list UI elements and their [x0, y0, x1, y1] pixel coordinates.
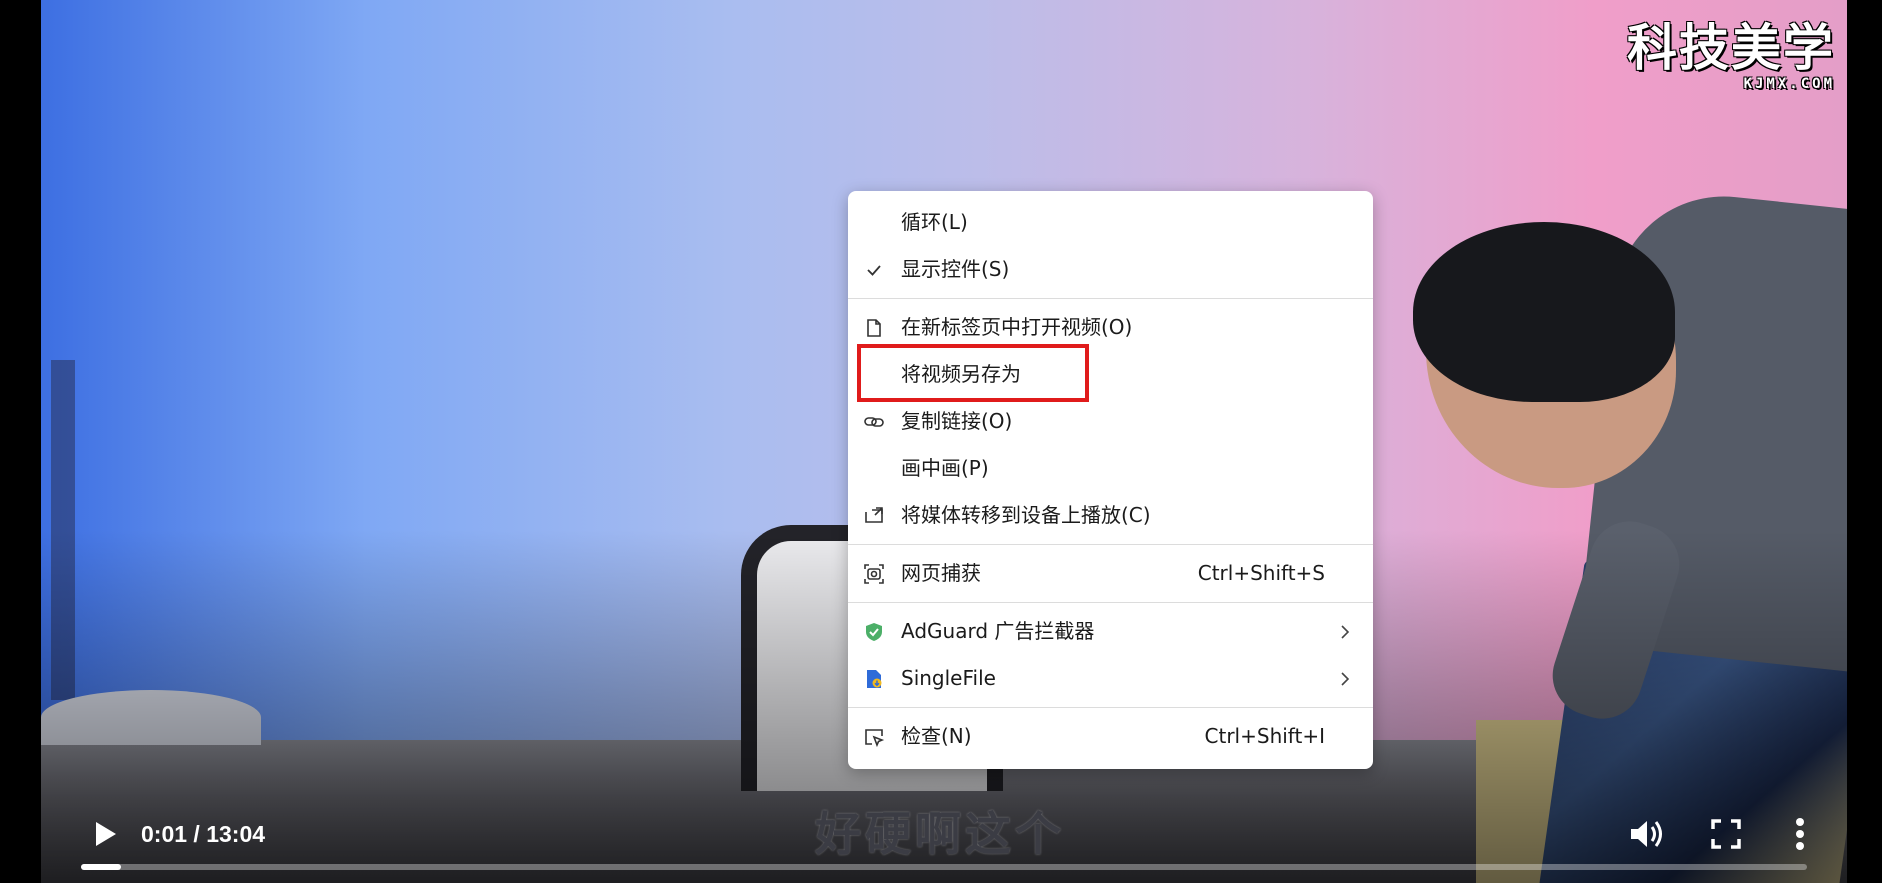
menu-item-copy-link[interactable]: 复制链接(O)	[848, 398, 1373, 445]
inspect-icon	[865, 729, 885, 748]
progress-fill	[81, 864, 121, 870]
menu-item-loop[interactable]: 循环(L)	[848, 199, 1373, 246]
chevron-right-icon	[1341, 625, 1350, 639]
menu-item-label: 将视频另存为	[901, 362, 1021, 386]
menu-item-label: SingleFile	[901, 666, 996, 690]
menu-item-save-video-as[interactable]: 将视频另存为	[848, 351, 1373, 398]
menu-item-singlefile[interactable]: SingleFile	[848, 655, 1373, 702]
menu-separator	[848, 602, 1373, 603]
link-icon	[864, 417, 884, 427]
menu-item-label: 画中画(P)	[901, 456, 989, 480]
menu-item-label: 显示控件(S)	[901, 257, 1010, 281]
menu-item-shortcut: Ctrl+Shift+I	[1204, 724, 1325, 748]
menu-item-web-capture[interactable]: 网页捕获 Ctrl+Shift+S	[848, 550, 1373, 597]
play-icon	[96, 822, 116, 846]
menu-item-label: 网页捕获	[901, 561, 981, 585]
watermark-logo-text: 科技美学	[1627, 19, 1835, 77]
menu-item-label: 复制链接(O)	[901, 409, 1013, 433]
menu-item-label: 将媒体转移到设备上播放(C)	[901, 503, 1151, 527]
menu-separator	[848, 298, 1373, 299]
menu-item-inspect[interactable]: 检查(N) Ctrl+Shift+I	[848, 713, 1373, 760]
menu-item-shortcut: Ctrl+Shift+S	[1197, 561, 1325, 585]
singlefile-icon	[867, 670, 882, 688]
menu-item-adguard[interactable]: AdGuard 广告拦截器	[848, 608, 1373, 655]
menu-item-label: 循环(L)	[901, 210, 968, 234]
more-vertical-icon	[1796, 818, 1804, 850]
volume-button[interactable]	[1625, 812, 1669, 856]
channel-watermark: 科技美学 KJMX.COM	[1627, 20, 1835, 92]
progress-bar[interactable]	[81, 864, 1807, 870]
menu-item-label: 检查(N)	[901, 724, 972, 748]
menu-separator	[848, 544, 1373, 545]
time-display: 0:01 / 13:04	[141, 821, 266, 847]
menu-item-label: 在新标签页中打开视频(O)	[901, 315, 1133, 339]
cast-icon	[865, 507, 883, 523]
menu-item-cast-to-device[interactable]: 将媒体转移到设备上播放(C)	[848, 492, 1373, 539]
menu-separator	[848, 707, 1373, 708]
chevron-right-icon	[1341, 672, 1350, 686]
more-options-button[interactable]	[1785, 810, 1815, 858]
adguard-shield-icon	[866, 623, 882, 641]
menu-item-show-controls[interactable]: 显示控件(S)	[848, 246, 1373, 293]
menu-item-label: AdGuard 广告拦截器	[901, 619, 1095, 643]
menu-item-open-in-new-tab[interactable]: 在新标签页中打开视频(O)	[848, 304, 1373, 351]
context-menu: 循环(L) 显示控件(S) 在新标签页中打开视频(O) 将视频另存为 复制链接(…	[848, 191, 1373, 769]
fullscreen-icon	[1711, 819, 1741, 849]
document-icon	[867, 319, 881, 337]
capture-icon	[864, 564, 884, 584]
menu-item-picture-in-picture[interactable]: 画中画(P)	[848, 445, 1373, 492]
checkmark-icon	[867, 265, 881, 276]
watermark-domain: KJMX.COM	[1743, 76, 1835, 92]
play-button[interactable]	[85, 814, 125, 854]
video-controls: 0:01 / 13:04	[41, 800, 1847, 883]
fullscreen-button[interactable]	[1706, 814, 1746, 854]
volume-icon	[1631, 821, 1662, 847]
